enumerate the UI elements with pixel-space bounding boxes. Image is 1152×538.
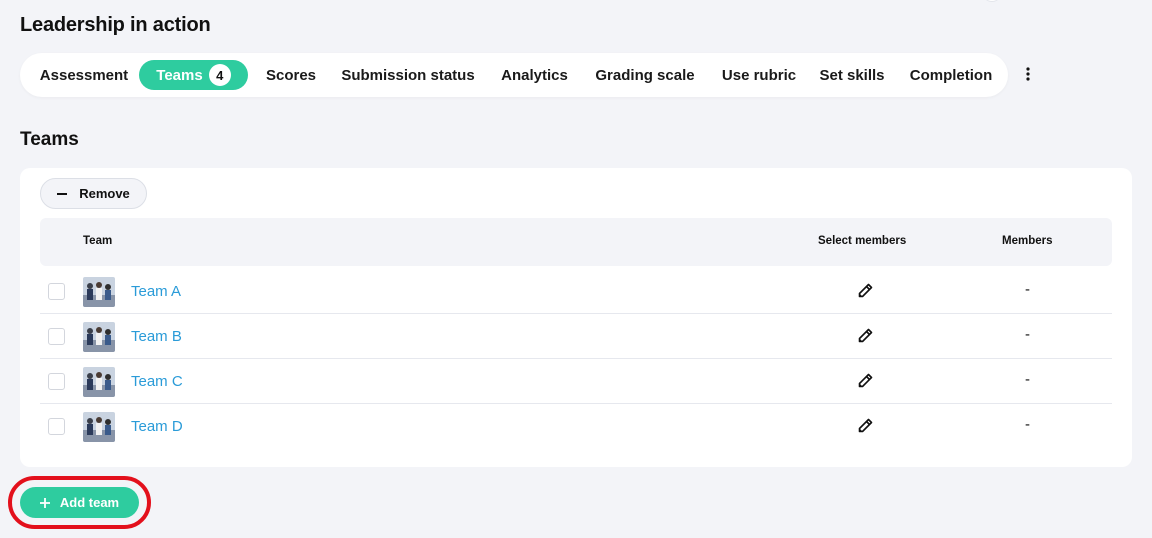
row-checkbox[interactable] — [48, 418, 65, 435]
minus-icon — [57, 192, 68, 195]
tab-label: Submission status — [341, 66, 475, 84]
tab-label: Use rubric — [721, 66, 797, 84]
teams-card: Remove Team Select members Members Team … — [20, 168, 1132, 467]
members-value: - — [1025, 371, 1030, 388]
team-name-link[interactable]: Team A — [131, 283, 181, 300]
row-checkbox[interactable] — [48, 283, 65, 300]
team-name-link[interactable]: Team D — [131, 418, 183, 435]
team-avatar — [83, 412, 115, 442]
members-value: - — [1025, 281, 1030, 298]
tab-label: Grading scale — [595, 66, 695, 84]
count-badge: 4 — [208, 64, 231, 86]
tab-scores[interactable]: Scores — [262, 60, 320, 90]
pencil-icon[interactable] — [857, 283, 873, 299]
table-row: Team A - — [40, 269, 1112, 314]
table-row: Team D - — [40, 404, 1112, 449]
tab-use-rubric[interactable]: Use rubric — [718, 60, 800, 90]
tab-analytics[interactable]: Analytics — [496, 60, 573, 90]
remove-label: Remove — [79, 186, 130, 201]
team-name-link[interactable]: Team C — [131, 373, 183, 390]
add-team-button[interactable]: Add team — [20, 487, 139, 518]
tab-label: Teams — [156, 66, 203, 84]
table-row: Team B - — [40, 314, 1112, 359]
row-checkbox[interactable] — [48, 373, 65, 390]
page: Leadership in action Assessment Teams 4 … — [0, 0, 1152, 538]
tab-label: Set skills — [819, 66, 885, 84]
remove-button[interactable]: Remove — [40, 178, 147, 209]
tab-set-skills[interactable]: Set skills — [818, 60, 886, 90]
pencil-icon[interactable] — [857, 373, 873, 389]
avatar-edge[interactable] — [982, 0, 1002, 2]
tab-grading-scale[interactable]: Grading scale — [591, 60, 699, 90]
plus-icon — [39, 497, 50, 508]
tab-completion[interactable]: Completion — [905, 60, 997, 90]
kebab-vertical-icon — [1026, 67, 1030, 81]
page-title: Leadership in action — [20, 14, 211, 36]
column-header-members: Members — [1002, 235, 1053, 247]
more-options-button[interactable] — [1019, 64, 1037, 84]
tab-submission-status[interactable]: Submission status — [338, 60, 478, 90]
tab-label: Analytics — [501, 66, 568, 84]
members-value: - — [1025, 326, 1030, 343]
section-title: Teams — [20, 129, 79, 150]
table-header: Team Select members Members — [40, 218, 1112, 266]
team-avatar — [83, 367, 115, 397]
row-checkbox[interactable] — [48, 328, 65, 345]
team-name-link[interactable]: Team B — [131, 328, 182, 345]
add-team-label: Add team — [59, 495, 120, 510]
tab-assessment[interactable]: Assessment — [33, 60, 135, 90]
tab-label: Scores — [265, 66, 317, 84]
column-header-select-members: Select members — [818, 235, 907, 247]
team-avatar — [83, 277, 115, 307]
column-header-team: Team — [83, 235, 113, 247]
table-row: Team C - — [40, 359, 1112, 404]
tab-label: Completion — [909, 66, 993, 84]
pencil-icon[interactable] — [857, 418, 873, 434]
tab-label: Assessment — [39, 66, 129, 84]
tab-bar: Assessment Teams 4 Scores Submission sta… — [20, 53, 1008, 97]
team-avatar — [83, 322, 115, 352]
pencil-icon[interactable] — [857, 328, 873, 344]
members-value: - — [1025, 416, 1030, 433]
tab-teams[interactable]: Teams 4 — [139, 60, 248, 90]
